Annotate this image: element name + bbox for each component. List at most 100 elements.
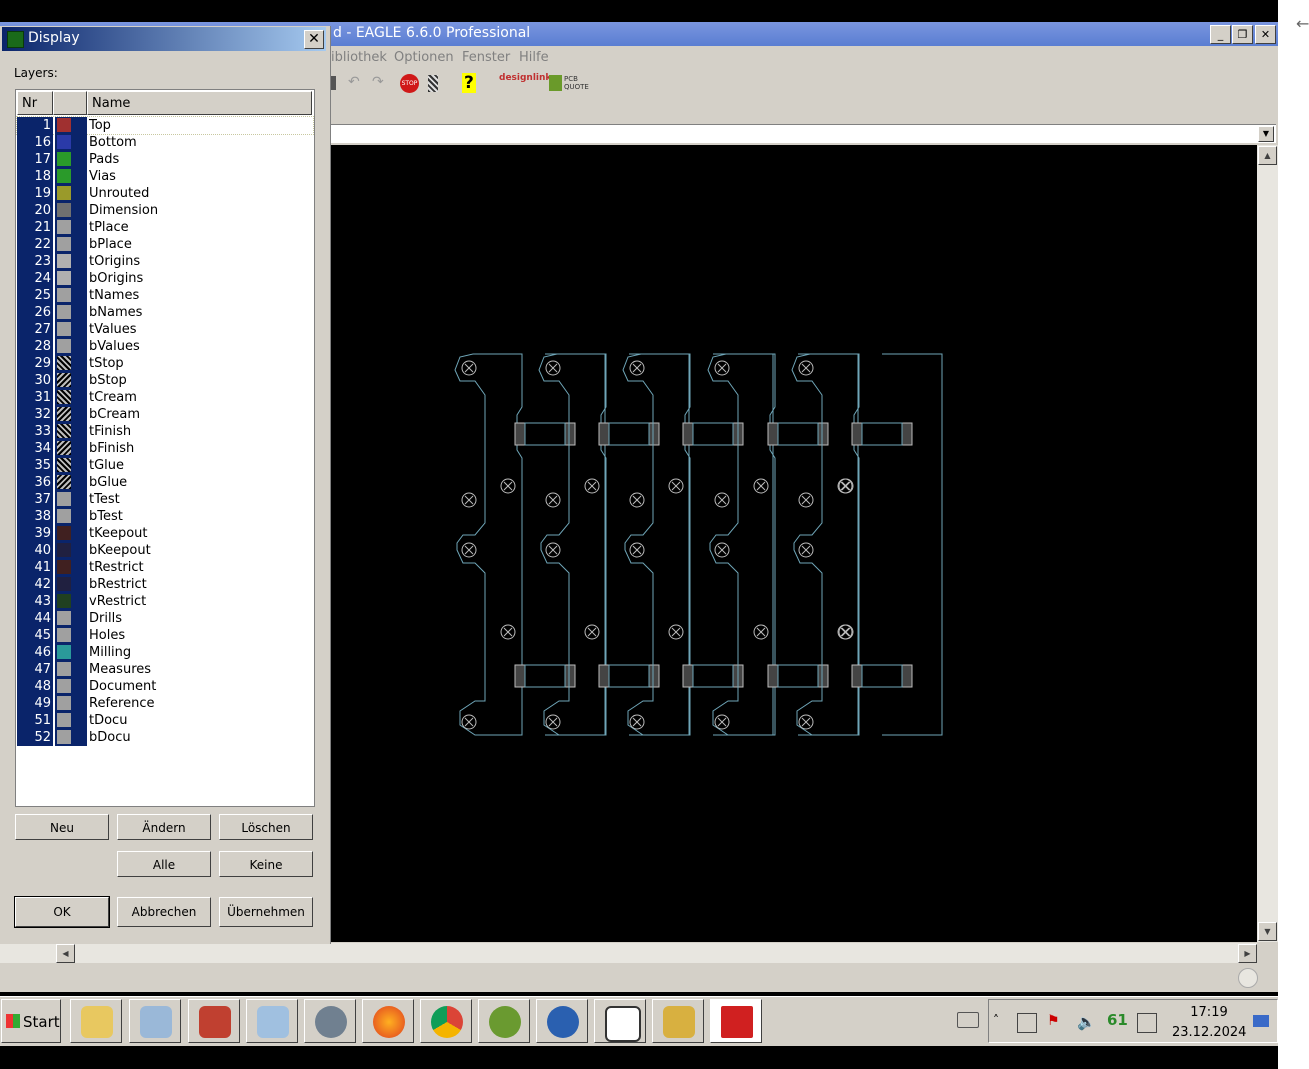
qgis-taskbar-button[interactable] [478, 999, 530, 1043]
layer-color-swatch[interactable] [55, 525, 87, 542]
layer-color-swatch[interactable] [55, 440, 87, 457]
layer-row[interactable]: 17 Pads [17, 151, 313, 168]
start-button[interactable]: Start [1, 999, 61, 1043]
horizontal-scrollbar[interactable]: ◀ ▶ [0, 943, 1257, 963]
layer-color-swatch[interactable] [55, 712, 87, 729]
layer-row[interactable]: 31 tCream [17, 389, 313, 406]
column-header-name[interactable]: Name [87, 91, 312, 115]
layer-row[interactable]: 25 tNames [17, 287, 313, 304]
layer-row[interactable]: 41 tRestrict [17, 559, 313, 576]
archive-taskbar-button[interactable] [652, 999, 704, 1043]
menu-optionen[interactable]: Optionen [394, 50, 454, 65]
tray-count[interactable]: 61 [1107, 1011, 1128, 1029]
layer-row[interactable]: 49 Reference [17, 695, 313, 712]
layer-color-swatch[interactable] [55, 627, 87, 644]
board-canvas[interactable] [330, 145, 1257, 942]
layer-row[interactable]: 48 Document [17, 678, 313, 695]
layer-row[interactable]: 26 bNames [17, 304, 313, 321]
speaker-icon[interactable]: 🔈 [1077, 1013, 1096, 1031]
layer-color-swatch[interactable] [55, 491, 87, 508]
layer-row[interactable]: 30 bStop [17, 372, 313, 389]
layer-color-swatch[interactable] [55, 219, 87, 236]
abbrechen-button[interactable]: Abbrechen [117, 897, 211, 927]
chrome-taskbar-button[interactable] [420, 999, 472, 1043]
layer-row[interactable]: 43 vRestrict [17, 593, 313, 610]
chevron-down-icon[interactable]: ▼ [1258, 126, 1274, 142]
layer-row[interactable]: 51 tDocu [17, 712, 313, 729]
aendern-button[interactable]: Ändern [117, 814, 211, 840]
back-arrow-icon[interactable]: ← [1296, 14, 1309, 33]
layer-color-swatch[interactable] [55, 185, 87, 202]
layer-row[interactable]: 29 tStop [17, 355, 313, 372]
undo-icon[interactable]: ↶ [348, 74, 360, 90]
ok-button[interactable]: OK [14, 896, 110, 928]
layer-row[interactable]: 34 bFinish [17, 440, 313, 457]
layer-row[interactable]: 27 tValues [17, 321, 313, 338]
layer-row[interactable]: 19 Unrouted [17, 185, 313, 202]
calculator-taskbar-button[interactable] [246, 999, 298, 1043]
column-header-color[interactable] [53, 91, 87, 115]
layer-row[interactable]: 36 bGlue [17, 474, 313, 491]
neu-button[interactable]: Neu [15, 814, 109, 840]
layer-color-swatch[interactable] [55, 423, 87, 440]
firefox-taskbar-button[interactable] [362, 999, 414, 1043]
chevron-up-icon[interactable]: ˄ [993, 1013, 1011, 1031]
restore-button[interactable]: ❐ [1232, 25, 1253, 44]
layer-color-swatch[interactable] [55, 134, 87, 151]
layer-color-swatch[interactable] [55, 253, 87, 270]
layer-row[interactable]: 18 Vias [17, 168, 313, 185]
layer-row[interactable]: 46 Milling [17, 644, 313, 661]
help-icon[interactable]: ? [462, 73, 476, 93]
layer-row[interactable]: 42 bRestrict [17, 576, 313, 593]
layer-color-swatch[interactable] [55, 304, 87, 321]
layer-row[interactable]: 20 Dimension [17, 202, 313, 219]
layer-row[interactable]: 16 Bottom [17, 134, 313, 151]
alle-button[interactable]: Alle [117, 851, 211, 877]
layer-color-swatch[interactable] [55, 576, 87, 593]
explorer-taskbar-button[interactable] [70, 999, 122, 1043]
layer-color-swatch[interactable] [55, 542, 87, 559]
stop-icon[interactable]: STOP [400, 74, 419, 93]
layer-row[interactable]: 45 Holes [17, 627, 313, 644]
scroll-right-icon[interactable]: ▶ [1238, 944, 1257, 963]
layer-color-swatch[interactable] [55, 287, 87, 304]
layer-row[interactable]: 39 tKeepout [17, 525, 313, 542]
vnc-taskbar-button[interactable] [594, 999, 646, 1043]
layer-color-swatch[interactable] [55, 270, 87, 287]
loeschen-button[interactable]: Löschen [219, 814, 313, 840]
layer-row[interactable]: 22 bPlace [17, 236, 313, 253]
layer-row[interactable]: 35 tGlue [17, 457, 313, 474]
layer-color-swatch[interactable] [55, 321, 87, 338]
show-desktop-icon[interactable] [1253, 1015, 1269, 1027]
layer-color-swatch[interactable] [55, 168, 87, 185]
layer-color-swatch[interactable] [55, 729, 87, 746]
command-line-input[interactable]: ▼ [330, 124, 1276, 143]
app-taskbar-button[interactable] [188, 999, 240, 1043]
layer-color-swatch[interactable] [55, 593, 87, 610]
layer-color-swatch[interactable] [55, 406, 87, 423]
layer-color-swatch[interactable] [55, 695, 87, 712]
layer-row[interactable]: 40 bKeepout [17, 542, 313, 559]
status-indicator-icon[interactable] [1238, 968, 1258, 988]
layer-color-swatch[interactable] [55, 236, 87, 253]
layer-color-swatch[interactable] [55, 457, 87, 474]
close-main-button[interactable]: ✕ [1255, 25, 1276, 44]
column-header-nr[interactable]: Nr [17, 91, 53, 115]
layer-row[interactable]: 32 bCream [17, 406, 313, 423]
layer-color-swatch[interactable] [55, 559, 87, 576]
menu-bibliothek[interactable]: ibliothek [331, 50, 387, 65]
thunderbird-taskbar-button[interactable] [536, 999, 588, 1043]
menu-fenster[interactable]: Fenster [462, 50, 510, 65]
flag-alert-icon[interactable]: ⚑ [1047, 1013, 1065, 1031]
menu-hilfe[interactable]: Hilfe [519, 50, 549, 65]
layer-row[interactable]: 23 tOrigins [17, 253, 313, 270]
layer-color-swatch[interactable] [55, 389, 87, 406]
pcb-quote-icon[interactable]: PCB QUOTE [549, 75, 602, 91]
minimize-button[interactable]: _ [1210, 25, 1231, 44]
go-icon[interactable] [428, 75, 438, 92]
layer-color-swatch[interactable] [55, 644, 87, 661]
designlink-icon[interactable]: designlink [499, 74, 551, 83]
clock[interactable]: 17:19 23.12.2024 [1172, 1003, 1246, 1043]
layer-row[interactable]: 24 bOrigins [17, 270, 313, 287]
layer-row[interactable]: 21 tPlace [17, 219, 313, 236]
